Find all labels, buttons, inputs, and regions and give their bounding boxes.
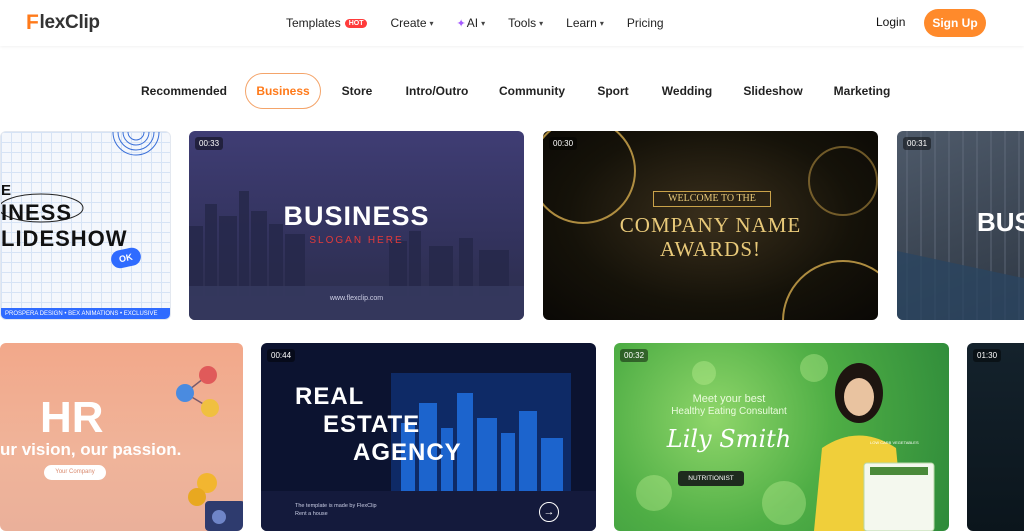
card3-welcome: WELCOME TO THE [653, 191, 771, 207]
tab-intro-outro[interactable]: Intro/Outro [401, 73, 473, 109]
card5-button: Your Company [44, 465, 106, 480]
card6-note1: The template is made by FlexClip [295, 503, 377, 509]
signup-button[interactable]: Sign Up [924, 9, 986, 37]
menu-tools[interactable]: Tools ▾ [508, 16, 543, 30]
tab-business[interactable]: Business [245, 73, 321, 109]
menu-ai[interactable]: ✦ AI ▾ [457, 16, 486, 30]
tab-community[interactable]: Community [496, 73, 568, 109]
logo-text: lexClip [39, 12, 101, 33]
arrow-right-icon: → [539, 502, 559, 522]
menu-learn-label: Learn [566, 16, 597, 30]
tab-recommended[interactable]: Recommended [138, 73, 230, 109]
duration-badge: 00:31 [903, 137, 932, 150]
template-card-business-slideshow[interactable]: E INESS LIDESHOW OK PROSPERA DESIGN • BE… [0, 131, 171, 320]
tab-marketing[interactable]: Marketing [830, 73, 894, 109]
card2-title: BUSINESS [283, 201, 430, 231]
card1-footer: PROSPERA DESIGN • BEX ANIMATIONS • EXCLU… [1, 308, 170, 319]
card1-line1: E [1, 182, 12, 199]
card6-line1: REAL [295, 383, 365, 410]
duration-badge: 01:30 [973, 349, 1002, 362]
tab-wedding[interactable]: Wedding [658, 73, 716, 109]
card7-poster: LOW CARB VEGETABLES [870, 440, 919, 445]
card7-line2: Healthy Eating Consultant [671, 406, 787, 417]
duration-badge: 00:33 [195, 137, 224, 150]
chevron-down-icon: ▾ [539, 18, 544, 28]
network-nodes-icon [176, 366, 219, 417]
template-card-business-slogan[interactable]: 00:33 BUSINESS SLOGAN HERE www.flexclip.… [189, 131, 524, 320]
tab-store[interactable]: Store [336, 73, 378, 109]
card6-note2: Rent a house [295, 511, 328, 517]
duration-badge: 00:32 [620, 349, 649, 362]
duration-badge: 00:44 [267, 349, 296, 362]
menu-create-label: Create [390, 16, 427, 30]
card7-line1: Meet your best [692, 393, 766, 405]
chevron-down-icon: ▾ [599, 18, 604, 28]
tab-sport[interactable]: Sport [591, 73, 635, 109]
card6-line3: AGENCY [353, 439, 462, 466]
template-card-business-building[interactable]: 00:31 BUSI [897, 131, 1024, 320]
template-card-dark-tech[interactable]: 01:30 [967, 343, 1024, 531]
menu-ai-label: AI [466, 16, 479, 30]
menu-templates-label: Templates [286, 16, 341, 30]
template-card-nutritionist[interactable]: 00:32 Meet your best Healthy Eating Cons… [614, 343, 949, 531]
template-card-hr[interactable]: HR ur vision, our passion. Your Company [0, 343, 243, 531]
card3-line1: COMPANY NAME [619, 213, 802, 237]
card1-line2: INESS [1, 200, 73, 225]
login-link[interactable]: Login [876, 15, 905, 29]
hot-badge: HOT [344, 18, 368, 28]
menu-templates[interactable]: Templates HOT [286, 16, 368, 30]
coins-icon [188, 473, 243, 531]
menu-pricing[interactable]: Pricing [627, 16, 664, 30]
tab-slideshow[interactable]: Slideshow [739, 73, 807, 109]
duration-badge: 00:30 [549, 137, 578, 150]
card7-role: NUTRITIONIST [678, 471, 744, 486]
concentric-arcs-icon [112, 132, 160, 156]
card5-tagline: ur vision, our passion. [0, 440, 182, 459]
card2-slogan: SLOGAN HERE [309, 235, 404, 246]
flexclip-logo[interactable]: F lexClip [26, 11, 100, 35]
template-card-company-awards[interactable]: 00:30 WELCOME TO THE COMPANY NAME AWARDS… [543, 131, 878, 320]
template-card-real-estate[interactable]: 00:44 REAL ESTATE AGENCY The template is… [261, 343, 596, 531]
category-tabs: Recommended Business Store Intro/Outro C… [0, 73, 1024, 109]
card3-line2: AWARDS! [660, 237, 761, 261]
card6-line2: ESTATE [323, 411, 421, 438]
menu-tools-label: Tools [508, 16, 537, 30]
menu-create[interactable]: Create ▾ [390, 16, 433, 30]
menu-pricing-label: Pricing [626, 16, 664, 30]
chevron-down-icon: ▾ [481, 18, 486, 28]
card1-line3: LIDESHOW [1, 226, 128, 251]
top-nav: F lexClip Templates HOT Create ▾ ✦ AI ▾ … [0, 0, 1024, 46]
chevron-down-icon: ▾ [429, 18, 434, 28]
logo-mark: F [26, 11, 39, 34]
sparkle-icon: ✦ [456, 17, 466, 30]
card2-url: www.flexclip.com [329, 295, 384, 302]
card5-title: HR [40, 393, 104, 442]
main-menu: Templates HOT Create ▾ ✦ AI ▾ Tools ▾ Le… [286, 0, 687, 46]
card7-name: Lily Smith [666, 425, 792, 453]
card4-title: BUSI [977, 207, 1024, 237]
menu-learn[interactable]: Learn ▾ [566, 16, 604, 30]
